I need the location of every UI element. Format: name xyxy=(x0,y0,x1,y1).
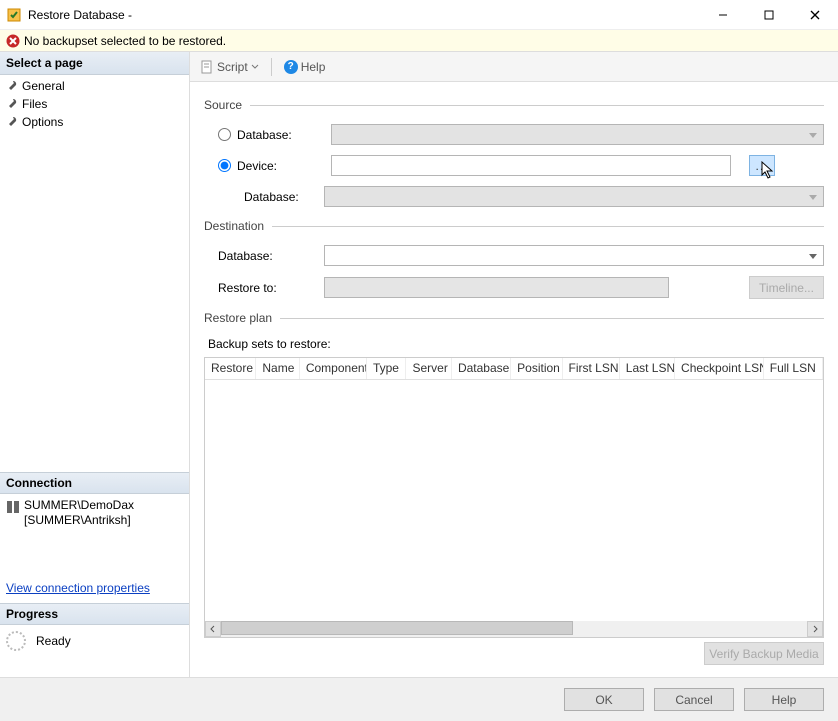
sidebar-item-general[interactable]: General xyxy=(0,77,189,95)
ellipsis-icon: ... xyxy=(755,159,768,173)
timeline-button[interactable]: Timeline... xyxy=(749,276,824,299)
wrench-icon xyxy=(6,98,18,110)
col-type[interactable]: Type xyxy=(367,358,407,379)
main-panel: Script ? Help Source Database: xyxy=(190,52,838,677)
select-page-header: Select a page xyxy=(0,52,189,75)
notice-text: No backupset selected to be restored. xyxy=(24,34,226,48)
destination-database-combo[interactable] xyxy=(324,245,824,266)
connection-user: [SUMMER\Antriksh] xyxy=(24,513,134,529)
col-last-lsn[interactable]: Last LSN xyxy=(620,358,675,379)
server-icon xyxy=(6,500,20,514)
col-component[interactable]: Component xyxy=(300,358,367,379)
source-database-radio-label: Database: xyxy=(237,128,331,142)
chevron-left-icon xyxy=(209,625,217,633)
connection-info: SUMMER\DemoDax [SUMMER\Antriksh] xyxy=(0,494,189,533)
progress-header: Progress xyxy=(0,603,189,625)
help-icon: ? xyxy=(284,60,298,74)
scroll-thumb[interactable] xyxy=(221,621,573,635)
connection-server: SUMMER\DemoDax xyxy=(24,498,134,514)
source-database-combo[interactable] xyxy=(331,124,824,145)
scroll-track[interactable] xyxy=(221,621,807,637)
scroll-left-button[interactable] xyxy=(205,621,221,637)
col-first-lsn[interactable]: First LSN xyxy=(563,358,620,379)
grid-body xyxy=(205,380,823,621)
progress-spinner-icon xyxy=(6,631,26,651)
maximize-button[interactable] xyxy=(746,0,792,30)
notice-bar: No backupset selected to be restored. xyxy=(0,30,838,52)
source-label: Source xyxy=(204,98,242,112)
restore-plan-group: Restore plan xyxy=(204,311,824,325)
browse-device-button[interactable]: ... xyxy=(749,155,775,176)
col-name[interactable]: Name xyxy=(256,358,299,379)
sidebar-item-options[interactable]: Options xyxy=(0,113,189,131)
backup-sets-label: Backup sets to restore: xyxy=(204,337,824,351)
help-button[interactable]: ? Help xyxy=(280,58,330,76)
ok-button[interactable]: OK xyxy=(564,688,644,711)
source-device-radio-label: Device: xyxy=(237,159,331,173)
sidebar-item-label: Files xyxy=(22,97,47,111)
error-icon xyxy=(6,34,20,48)
restore-plan-label: Restore plan xyxy=(204,311,272,325)
destination-group: Destination xyxy=(204,219,824,233)
titlebar: Restore Database - xyxy=(0,0,838,30)
toolbar-separator xyxy=(271,58,272,76)
destination-label: Destination xyxy=(204,219,264,233)
wrench-icon xyxy=(6,80,18,92)
sidebar-item-files[interactable]: Files xyxy=(0,95,189,113)
source-database-radio[interactable] xyxy=(218,128,231,141)
grid-header: Restore Name Component Type Server Datab… xyxy=(205,358,823,380)
sidebar: Select a page General Files Options Conn… xyxy=(0,52,190,677)
help-label: Help xyxy=(301,60,326,74)
col-position[interactable]: Position xyxy=(511,358,562,379)
col-checkpoint-lsn[interactable]: Checkpoint LSN xyxy=(675,358,764,379)
toolbar: Script ? Help xyxy=(190,52,838,82)
progress-status: Ready xyxy=(36,634,71,648)
script-button[interactable]: Script xyxy=(196,58,263,76)
destination-database-label: Database: xyxy=(204,249,324,263)
script-label: Script xyxy=(217,60,248,74)
page-list: General Files Options xyxy=(0,75,189,133)
window-title: Restore Database - xyxy=(28,8,132,22)
backup-sets-grid[interactable]: Restore Name Component Type Server Datab… xyxy=(204,357,824,638)
verify-backup-media-button[interactable]: Verify Backup Media xyxy=(704,642,824,665)
col-server[interactable]: Server xyxy=(406,358,451,379)
source-device-radio[interactable] xyxy=(218,159,231,172)
connection-header: Connection xyxy=(0,472,189,494)
script-icon xyxy=(200,60,214,74)
source-device-text[interactable] xyxy=(331,155,731,176)
horizontal-scrollbar[interactable] xyxy=(205,621,823,637)
restore-to-label: Restore to: xyxy=(204,281,324,295)
col-full-lsn[interactable]: Full LSN xyxy=(764,358,823,379)
scroll-right-button[interactable] xyxy=(807,621,823,637)
col-database[interactable]: Database xyxy=(452,358,511,379)
progress-row: Ready xyxy=(0,625,189,657)
help-footer-button[interactable]: Help xyxy=(744,688,824,711)
source-sub-database-combo[interactable] xyxy=(324,186,824,207)
col-restore[interactable]: Restore xyxy=(205,358,256,379)
source-group: Source xyxy=(204,98,824,112)
cancel-button[interactable]: Cancel xyxy=(654,688,734,711)
restore-to-text xyxy=(324,277,669,298)
minimize-button[interactable] xyxy=(700,0,746,30)
restore-database-window: Restore Database - No backupset selected… xyxy=(0,0,838,721)
chevron-right-icon xyxy=(811,625,819,633)
sidebar-item-label: General xyxy=(22,79,65,93)
dialog-footer: OK Cancel Help xyxy=(0,677,838,721)
source-sub-database-label: Database: xyxy=(204,190,324,204)
wrench-icon xyxy=(6,116,18,128)
sidebar-item-label: Options xyxy=(22,115,63,129)
app-icon xyxy=(6,7,22,23)
close-button[interactable] xyxy=(792,0,838,30)
chevron-down-icon xyxy=(251,63,259,71)
view-connection-properties-link[interactable]: View connection properties xyxy=(0,573,189,603)
